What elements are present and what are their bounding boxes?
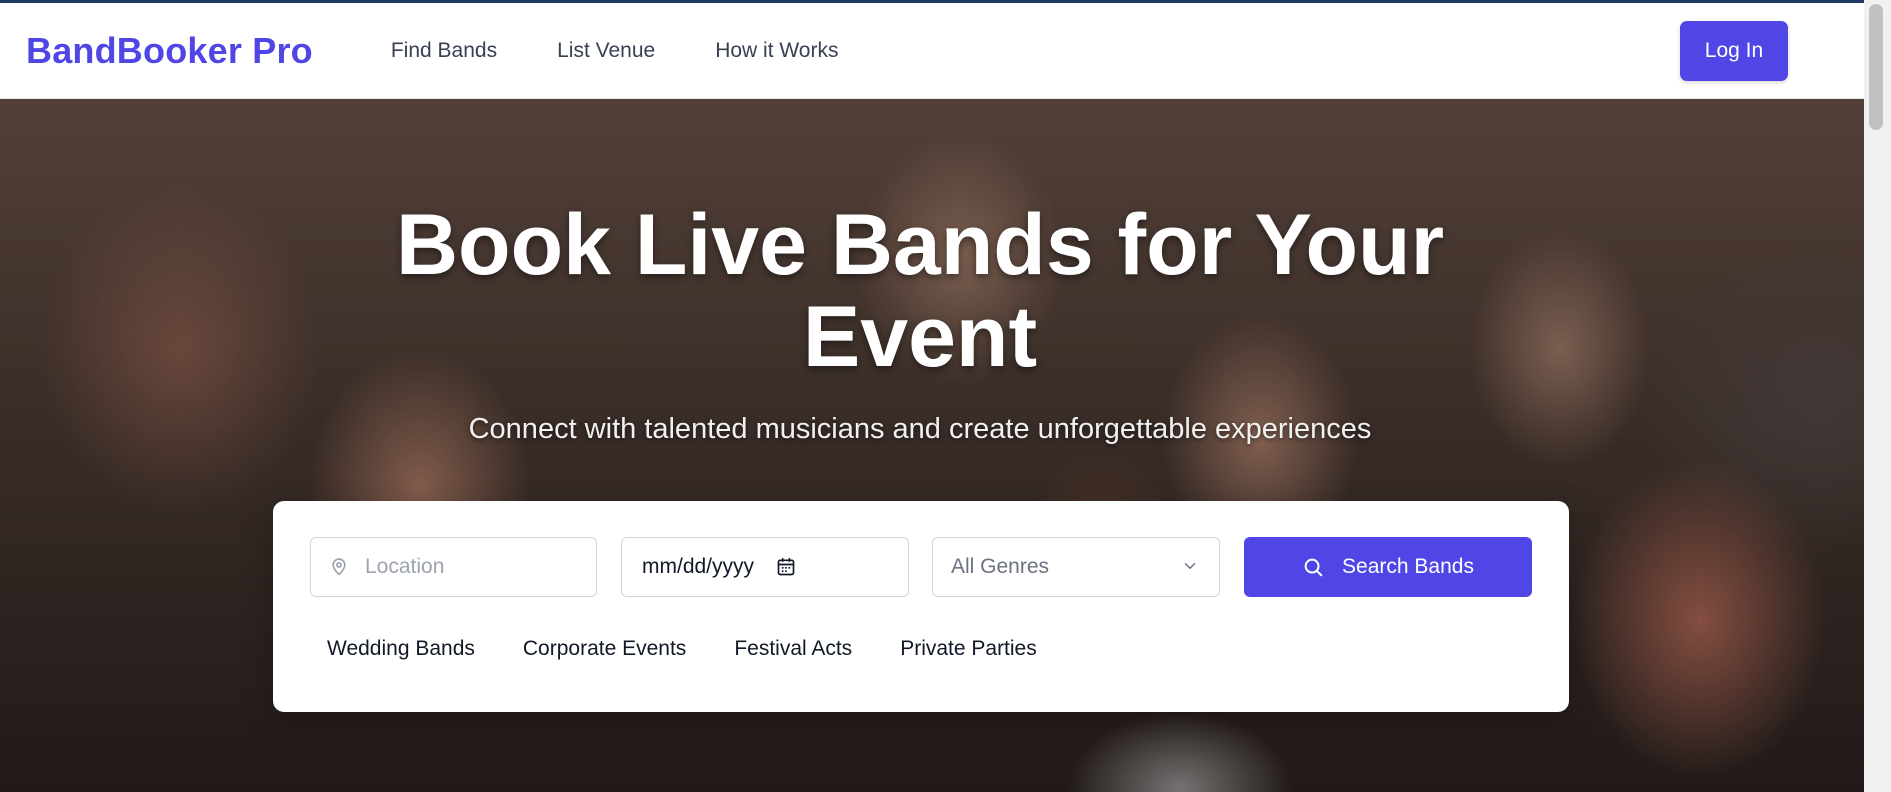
top-navbar: BandBooker Pro Find Bands List Venue How… — [0, 3, 1864, 99]
nav-find-bands[interactable]: Find Bands — [391, 39, 497, 63]
chevron-down-icon — [1181, 557, 1199, 575]
nav-list-venue[interactable]: List Venue — [557, 39, 655, 63]
map-pin-icon — [329, 556, 349, 578]
category-corporate-events[interactable]: Corporate Events — [523, 637, 686, 661]
scrollbar-thumb[interactable] — [1869, 4, 1883, 130]
search-card: Location mm/dd/yyyy All Genres Search Ba… — [273, 501, 1569, 712]
hero-title: Book Live Bands for Your Event — [395, 197, 1445, 385]
main-nav: Find Bands List Venue How it Works — [391, 39, 839, 63]
login-button[interactable]: Log In — [1680, 20, 1788, 81]
hero-subtitle: Connect with talented musicians and crea… — [468, 413, 1372, 445]
search-button-label: Search Bands — [1342, 555, 1474, 578]
date-value: mm/dd/yyyy — [642, 555, 755, 578]
location-placeholder: Location — [365, 555, 445, 578]
search-icon — [1302, 556, 1324, 578]
brand-logo[interactable]: BandBooker Pro — [26, 30, 313, 72]
calendar-icon[interactable] — [776, 557, 796, 577]
category-wedding-bands[interactable]: Wedding Bands — [327, 637, 475, 661]
search-bands-button[interactable]: Search Bands — [1244, 537, 1532, 597]
nav-how-it-works[interactable]: How it Works — [715, 39, 838, 63]
genre-selected: All Genres — [951, 555, 1050, 578]
category-private-parties[interactable]: Private Parties — [900, 637, 1037, 661]
category-links: Wedding Bands Corporate Events Festival … — [327, 637, 1037, 661]
genre-select[interactable]: All Genres — [932, 537, 1220, 597]
date-input[interactable]: mm/dd/yyyy — [621, 537, 909, 597]
category-festival-acts[interactable]: Festival Acts — [734, 637, 852, 661]
hero-section: Book Live Bands for Your Event Connect w… — [0, 99, 1864, 792]
location-input[interactable]: Location — [310, 537, 597, 597]
